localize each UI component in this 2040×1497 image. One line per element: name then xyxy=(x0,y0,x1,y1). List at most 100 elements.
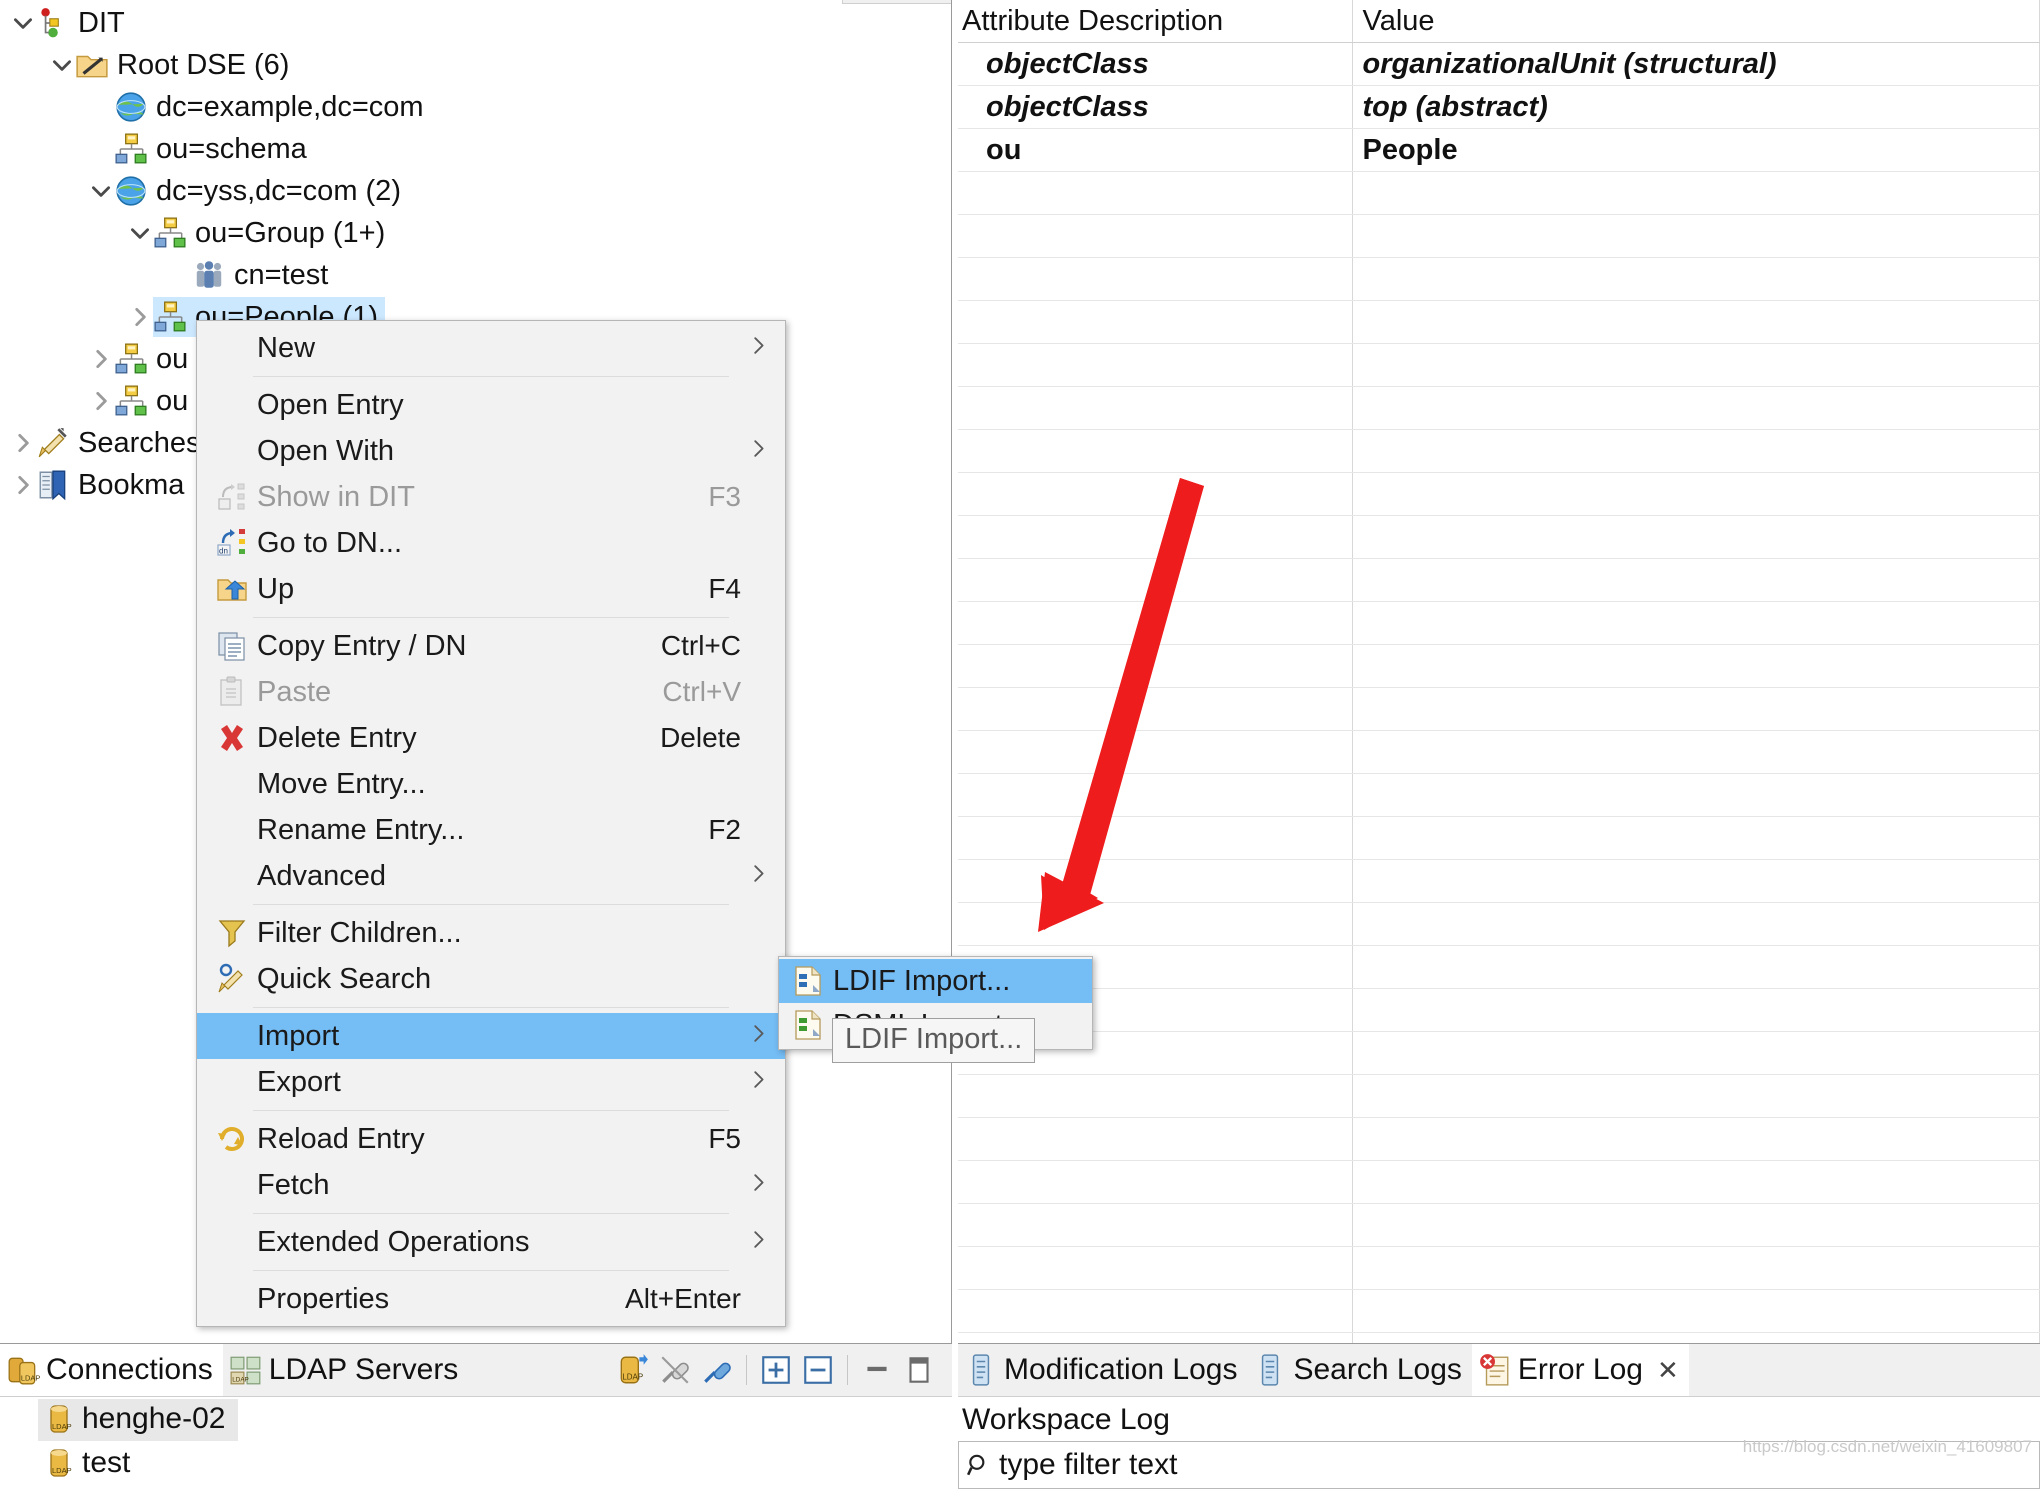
menu-separator xyxy=(253,1213,729,1214)
toolbar-divider xyxy=(847,1355,848,1385)
error-log-view[interactable]: Modification LogsSearch LogsError Log✕ W… xyxy=(958,1344,2040,1496)
menu-item-advanced[interactable]: Advanced xyxy=(197,853,785,899)
list-item[interactable]: LDAP henghe-02 xyxy=(0,1397,952,1441)
toolbar-button-disconnect[interactable] xyxy=(696,1349,738,1391)
svg-text:LDAP: LDAP xyxy=(622,1373,643,1382)
menu-item-label: Export xyxy=(257,1066,341,1099)
menu-item-import[interactable]: Import xyxy=(197,1013,785,1059)
tab-error-log[interactable]: Error Log✕ xyxy=(1472,1344,1689,1396)
empty-cell xyxy=(952,1247,1352,1290)
menu-item-move-entry[interactable]: Move Entry... xyxy=(197,761,785,807)
menu-item-new[interactable]: New xyxy=(197,325,785,371)
globe-icon xyxy=(114,90,148,124)
menu-item-label: Quick Search xyxy=(257,963,431,996)
chevron-down-icon[interactable] xyxy=(88,178,114,204)
menu-item-open-entry[interactable]: Open Entry xyxy=(197,382,785,428)
menu-item-extended-operations[interactable]: Extended Operations xyxy=(197,1219,785,1265)
tree-item[interactable]: cn=test xyxy=(0,254,952,296)
toolbar-button-collapse-all[interactable] xyxy=(797,1349,839,1391)
submenu-item-ldif-import[interactable]: LDIF Import... xyxy=(779,959,1092,1003)
chevron-right-icon[interactable] xyxy=(10,472,36,498)
tree-item[interactable]: ou=schema xyxy=(0,128,952,170)
menu-item-open-with[interactable]: Open With xyxy=(197,428,785,474)
menu-item-rename-entry[interactable]: Rename Entry...F2 xyxy=(197,807,785,853)
tree-item[interactable]: dc=yss,dc=com (2) xyxy=(0,170,952,212)
table-row[interactable]: objectClasstop (abstract) xyxy=(952,86,2040,129)
menu-item-filter-children[interactable]: Filter Children... xyxy=(197,910,785,956)
panel-divider[interactable] xyxy=(952,0,958,1496)
menu-item-quick-search[interactable]: Quick Search xyxy=(197,956,785,1002)
chevron-right-icon xyxy=(747,1020,769,1053)
tab-search-logs[interactable]: Search Logs xyxy=(1247,1344,1471,1396)
tree-item[interactable]: ou=Group (1+) xyxy=(0,212,952,254)
attribute-value-cell[interactable]: top (abstract) xyxy=(1352,86,2040,129)
menu-item-label: Open With xyxy=(257,435,394,468)
table-row-empty xyxy=(952,946,2040,989)
tree-item-label: dc=example,dc=com xyxy=(156,91,424,124)
connections-toolbar[interactable]: LDAP xyxy=(612,1344,940,1396)
chevron-right-icon[interactable] xyxy=(88,346,114,372)
attributes-table[interactable]: Attribute Description Value objectClasso… xyxy=(952,0,2040,1344)
toolbar-button-connect[interactable] xyxy=(654,1349,696,1391)
toolbar-button-minimize[interactable] xyxy=(856,1349,898,1391)
empty-cell xyxy=(1352,1161,2040,1204)
menu-item-delete-entry[interactable]: Delete EntryDelete xyxy=(197,715,785,761)
connections-view[interactable]: LDAPConnectionsLDAPLDAP Servers LDAP LDAP… xyxy=(0,1344,952,1496)
entry-editor-panel[interactable]: Attribute Description Value objectClasso… xyxy=(952,0,2040,1344)
logs-tabbar[interactable]: Modification LogsSearch LogsError Log✕ xyxy=(958,1344,2040,1397)
tab-modification-logs[interactable]: Modification Logs xyxy=(958,1344,1247,1396)
table-row[interactable]: ouPeople xyxy=(952,129,2040,172)
tree-item[interactable]: dc=example,dc=com xyxy=(0,86,952,128)
chevron-down-icon[interactable] xyxy=(10,10,36,36)
menu-item-go-to-dn[interactable]: dnGo to DN... xyxy=(197,520,785,566)
tree-item-label: dc=yss,dc=com (2) xyxy=(156,175,401,208)
chevron-right-icon[interactable] xyxy=(10,430,36,456)
close-icon[interactable]: ✕ xyxy=(1657,1355,1679,1386)
empty-cell xyxy=(952,387,1352,430)
toolbar-button-maximize[interactable] xyxy=(898,1349,940,1391)
log-icon xyxy=(964,1353,998,1387)
attribute-value-cell[interactable]: organizationalUnit (structural) xyxy=(1352,43,2040,86)
chevron-down-icon[interactable] xyxy=(49,52,75,78)
menu-item-up[interactable]: UpF4 xyxy=(197,566,785,612)
minimize-icon xyxy=(860,1353,894,1387)
connections-tabbar[interactable]: LDAPConnectionsLDAPLDAP Servers LDAP xyxy=(0,1344,952,1397)
tree-item[interactable]: Root DSE (6) xyxy=(0,44,952,86)
svg-text:LDAP: LDAP xyxy=(52,1422,72,1431)
tab-ldap-servers[interactable]: LDAPLDAP Servers xyxy=(223,1344,469,1396)
menu-item-export[interactable]: Export xyxy=(197,1059,785,1105)
submenu-item-icon-slot xyxy=(787,1009,829,1041)
menu-item-copy-entry-dn[interactable]: Copy Entry / DNCtrl+C xyxy=(197,623,785,669)
tree-item-icon-wrapper xyxy=(114,342,148,376)
menu-item-shortcut: F3 xyxy=(708,481,741,513)
ldap-browser-window: DITRoot DSE (6) dc=example,dc=com ou=schem… xyxy=(0,0,2040,1496)
workspace-log-heading: Workspace Log xyxy=(958,1397,2040,1437)
empty-cell xyxy=(1352,473,2040,516)
menu-item-icon-slot: dn xyxy=(211,527,253,559)
chevron-down-icon[interactable] xyxy=(127,220,153,246)
menu-item-properties[interactable]: PropertiesAlt+Enter xyxy=(197,1276,785,1322)
tab-connections[interactable]: LDAPConnections xyxy=(0,1344,223,1396)
attribute-value-cell[interactable]: People xyxy=(1352,129,2040,172)
ou-icon xyxy=(114,132,148,166)
toolbar-button-expand-all[interactable] xyxy=(755,1349,797,1391)
column-header-value[interactable]: Value xyxy=(1352,0,2040,43)
connections-list[interactable]: LDAP henghe-02 LDAPtest xyxy=(0,1397,952,1497)
list-item-label: henghe-02 xyxy=(82,1402,225,1436)
chevron-right-icon[interactable] xyxy=(127,304,153,330)
attribute-name-cell[interactable]: objectClass xyxy=(952,86,1352,129)
chevron-right-icon[interactable] xyxy=(88,388,114,414)
table-row-empty xyxy=(952,473,2040,516)
filter-input[interactable]: type filter text xyxy=(999,1448,1177,1482)
column-header-attribute-description[interactable]: Attribute Description xyxy=(952,0,1352,43)
entry-context-menu[interactable]: NewOpen EntryOpen WithShow in DITF3dnGo … xyxy=(196,320,786,1327)
menu-item-reload-entry[interactable]: Reload EntryF5 xyxy=(197,1116,785,1162)
toolbar-button-new-connection[interactable]: LDAP xyxy=(612,1349,654,1391)
tree-item[interactable]: DIT xyxy=(0,2,952,44)
attribute-name-cell[interactable]: objectClass xyxy=(952,43,1352,86)
table-row[interactable]: objectClassorganizationalUnit (structura… xyxy=(952,43,2040,86)
attribute-name-cell[interactable]: ou xyxy=(952,129,1352,172)
list-item[interactable]: LDAPtest xyxy=(0,1441,952,1485)
menu-item-fetch[interactable]: Fetch xyxy=(197,1162,785,1208)
tree-item-icon-wrapper xyxy=(114,90,148,124)
